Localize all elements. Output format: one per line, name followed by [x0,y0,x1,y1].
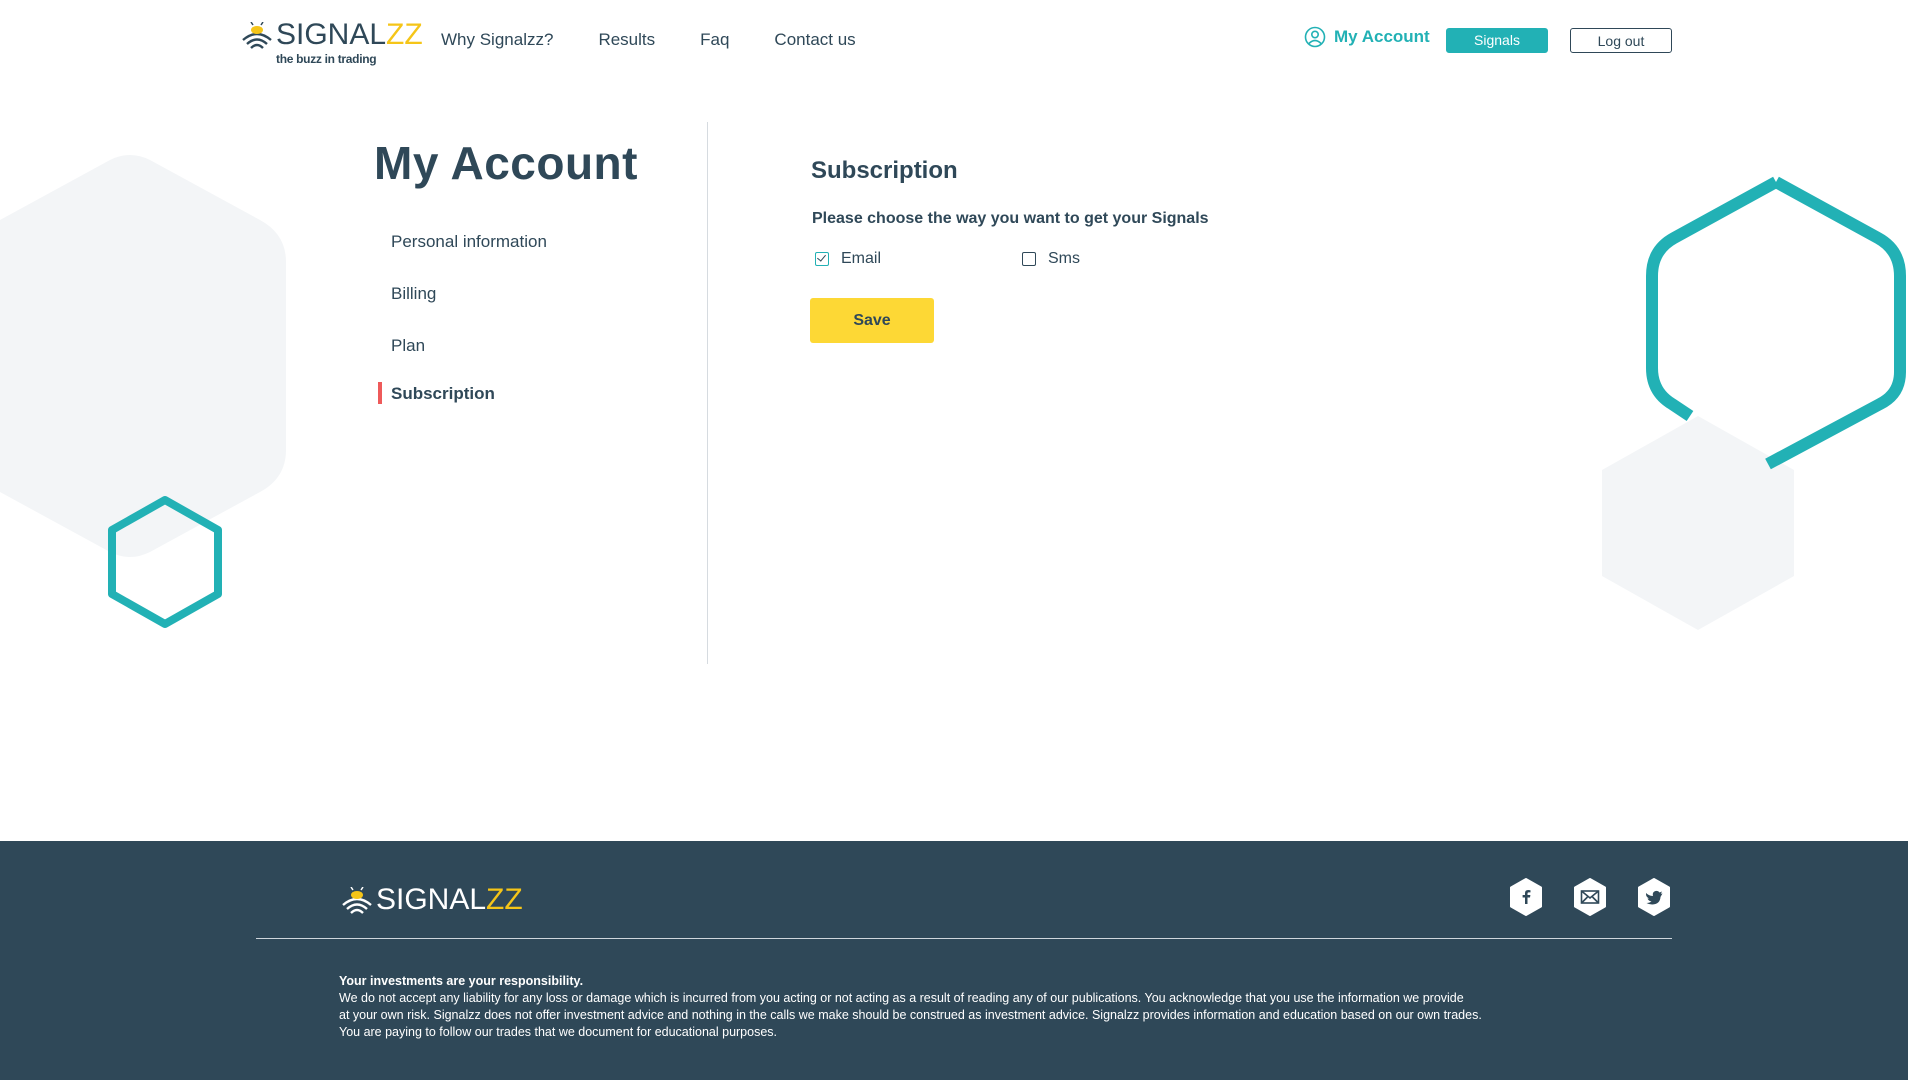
logout-button[interactable]: Log out [1570,28,1672,53]
nav-contact-us[interactable]: Contact us [774,30,855,50]
user-icon [1304,26,1326,48]
footer-divider [256,938,1672,939]
signals-button[interactable]: Signals [1446,28,1548,53]
side-item-billing[interactable]: Billing [378,284,436,304]
site-footer: SIGNALZZ Your investments are your respo… [0,841,1908,1080]
sms-option[interactable]: Sms [1022,250,1080,268]
main-nav: Why Signalzz? Results Faq Contact us [441,30,901,50]
active-item-marker [378,382,382,404]
footer-disclaimer: Your investments are your responsibility… [339,973,1639,1041]
nav-results[interactable]: Results [598,30,655,50]
email-checkbox[interactable] [815,252,829,266]
subscription-question: Please choose the way you want to get yo… [812,210,1209,227]
side-item-subscription[interactable]: Subscription [378,382,495,404]
top-header: SIGNALZZ the buzz in trading Why Signalz… [0,0,1908,82]
nav-why-signalzz[interactable]: Why Signalzz? [441,30,553,50]
brand-wordmark: SIGNALZZ [276,18,423,51]
decorative-hexagon-left-outline [100,492,230,632]
page-title: My Account [374,137,638,189]
sms-option-label: Sms [1048,250,1080,267]
twitter-icon[interactable] [1636,877,1672,917]
side-item-plan[interactable]: Plan [378,336,425,356]
disclaimer-line: You are paying to follow our trades that… [339,1025,778,1039]
footer-brand-logo[interactable]: SIGNALZZ [340,883,523,923]
social-links [1508,877,1672,917]
brand-logo[interactable]: SIGNALZZ the buzz in trading [240,16,423,70]
bee-signal-icon [342,887,372,914]
facebook-icon[interactable] [1508,877,1544,917]
email-option[interactable]: Email [815,250,881,268]
footer-brand-wordmark: SIGNALZZ [376,883,523,916]
disclaimer-heading: Your investments are your responsibility… [339,974,584,988]
my-account-link[interactable]: My Account [1304,26,1430,48]
disclaimer-line: at your own risk. Signalzz does not offe… [339,1008,1482,1022]
nav-faq[interactable]: Faq [700,30,729,50]
side-item-label: Subscription [391,384,495,403]
side-item-label: Billing [391,284,437,303]
vertical-divider [707,122,708,664]
my-account-label: My Account [1334,27,1430,46]
disclaimer-line: We do not accept any liability for any l… [339,991,1464,1005]
email-option-label: Email [841,250,882,267]
brand-tagline: the buzz in trading [276,52,377,66]
side-item-personal-information[interactable]: Personal information [378,232,547,252]
mail-icon[interactable] [1572,877,1608,917]
side-item-label: Personal information [391,232,547,251]
side-item-label: Plan [391,336,426,355]
save-button[interactable]: Save [810,298,934,343]
sms-checkbox[interactable] [1022,252,1036,266]
subscription-title: Subscription [811,157,958,184]
bee-signal-icon [242,22,272,49]
decorative-hexagon-right-outline [1638,172,1908,472]
